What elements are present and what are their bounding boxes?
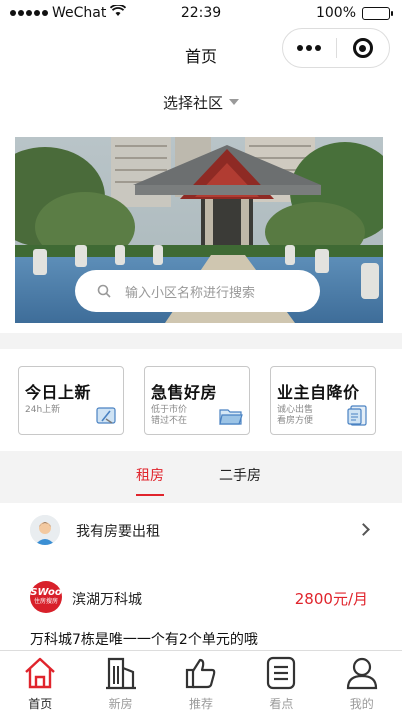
camera-icon — [94, 403, 118, 431]
category-subtitle: 诚心出售 看房方便 — [277, 405, 314, 426]
document-icon — [346, 403, 370, 431]
home-icon — [22, 656, 58, 694]
search-placeholder: 输入小区名称进行搜索 — [125, 285, 256, 301]
thumbs-up-icon — [183, 656, 219, 694]
category-subtitle: 24h上新 — [25, 405, 61, 415]
category-card-urgent-sale[interactable]: 急售好房 低于市价 错过不在 — [144, 366, 250, 435]
community-selector[interactable]: 选择社区 — [0, 92, 402, 113]
listing-price: 2800元/月 — [294, 590, 368, 608]
battery-icon — [362, 6, 393, 20]
list-icon — [263, 656, 299, 694]
folder-icon — [218, 405, 244, 431]
battery-status: 100% — [315, 5, 393, 21]
tabbar-item-profile[interactable]: 我的 — [322, 651, 402, 711]
tab-rent[interactable]: 租房 — [136, 465, 164, 496]
listing-description: 万科城7栋是唯一一个有2个单元的哦 — [30, 632, 258, 648]
more-icon[interactable] — [283, 45, 336, 51]
tabbar-label: 看点 — [269, 697, 294, 711]
tabbar-label: 推荐 — [188, 697, 213, 711]
search-icon — [97, 284, 111, 298]
tabbar-label: 我的 — [349, 697, 374, 711]
category-card-new-today[interactable]: 今日上新 24h上新 — [18, 366, 124, 435]
category-title: 业主自降价 — [277, 383, 360, 402]
category-title: 急售好房 — [151, 383, 218, 402]
tabbar-item-recommend[interactable]: 推荐 — [161, 651, 241, 711]
community-selector-label: 选择社区 — [162, 94, 223, 112]
category-title: 今日上新 — [25, 383, 92, 402]
status-bar: WeChat 22:39 100% — [0, 0, 402, 28]
search-bar[interactable]: 输入小区名称进行搜索 — [75, 270, 320, 312]
miniprogram-capsule — [282, 28, 390, 68]
avatar — [30, 515, 60, 545]
tabbar-item-new-homes[interactable]: 新房 — [80, 651, 160, 711]
tab-second-hand[interactable]: 二手房 — [219, 465, 261, 485]
category-cards: 今日上新 24h上新 急售好房 低于市价 错过不在 业主自降价 诚心出售 看房方便 — [0, 349, 402, 451]
tabbar-label: 首页 — [28, 697, 53, 711]
tabbar-item-home[interactable]: 首页 — [0, 651, 80, 711]
listing-community-name: 滨湖万科城 — [72, 592, 142, 608]
category-subtitle: 低于市价 错过不在 — [151, 405, 188, 426]
building-icon — [103, 656, 139, 694]
battery-percent: 100% — [315, 5, 356, 21]
bottom-tab-bar: 首页 新房 推荐 看点 我的 — [0, 650, 402, 711]
tabbar-item-highlights[interactable]: 看点 — [241, 651, 321, 711]
user-icon — [344, 656, 380, 694]
navigation-bar: 首页 — [0, 28, 402, 78]
rent-entry-label: 我有房要出租 — [76, 524, 160, 540]
app-screen: WeChat 22:39 100% 首页 选择社区 输入小区名称进行搜索 今日上… — [0, 0, 402, 711]
category-card-owner-price-cut[interactable]: 业主自降价 诚心出售 看房方便 — [270, 366, 376, 435]
caret-down-icon — [229, 99, 239, 105]
listing-tabs: 租房 二手房 — [0, 451, 402, 503]
chevron-right-icon — [357, 523, 370, 536]
tabbar-label: 新房 — [108, 697, 133, 711]
close-icon[interactable] — [336, 38, 389, 58]
banner-image[interactable]: 输入小区名称进行搜索 — [15, 137, 383, 323]
agency-logo: SWoo 住房搜房 — [30, 581, 62, 613]
list-house-for-rent-button[interactable]: 我有房要出租 — [15, 504, 383, 556]
